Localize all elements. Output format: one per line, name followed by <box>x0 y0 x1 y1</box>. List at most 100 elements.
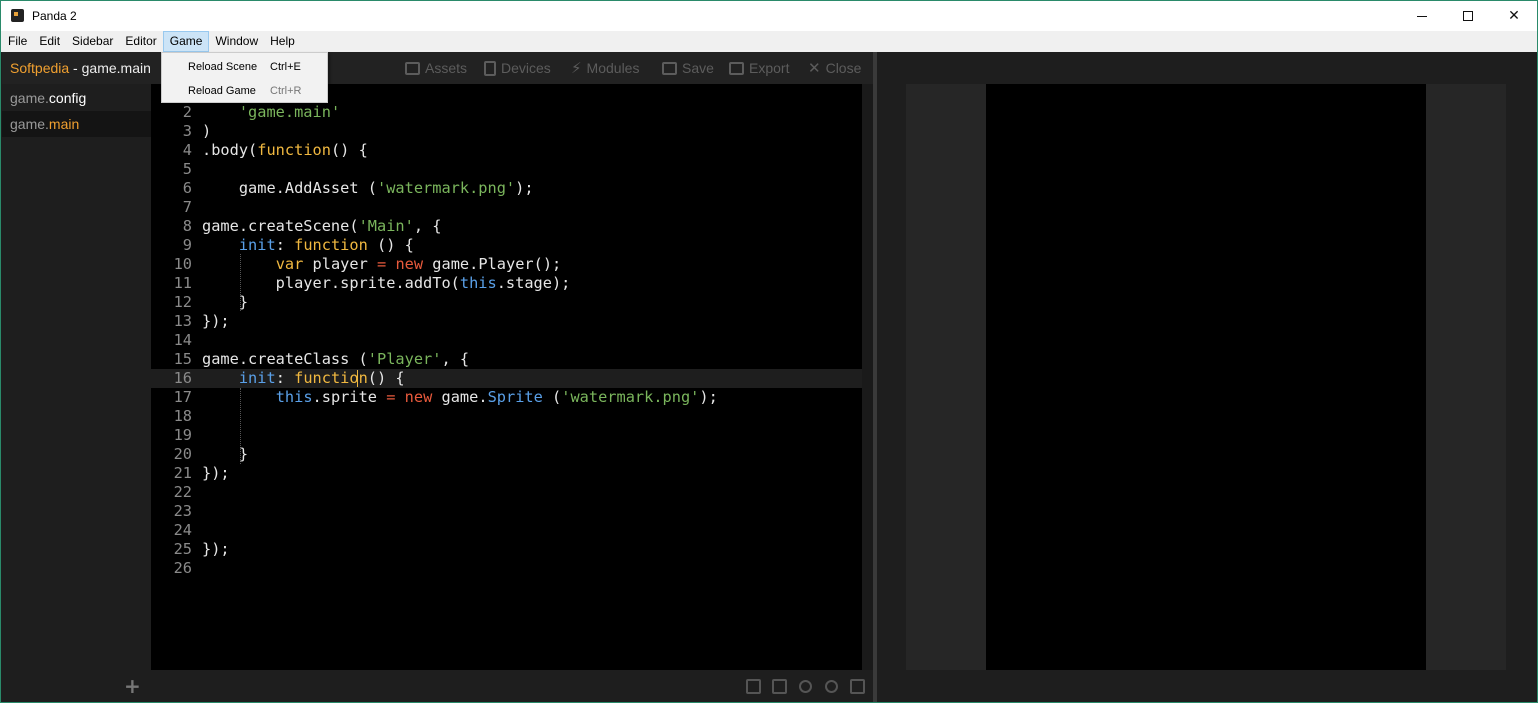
line-number: 26 <box>173 559 192 577</box>
button-label: Save <box>682 60 714 76</box>
menu-file[interactable]: File <box>1 31 33 52</box>
line-number: 18 <box>173 407 192 425</box>
menu-editor[interactable]: Editor <box>119 31 162 52</box>
save-icon <box>662 61 677 75</box>
image-icon[interactable] <box>772 679 787 694</box>
close-icon: ✕ <box>1508 8 1520 24</box>
menu-item-reload-game[interactable]: Reload Game Ctrl+R <box>162 79 327 101</box>
zoom-out-icon[interactable] <box>799 680 812 693</box>
line-number: 7 <box>182 198 192 216</box>
save-button[interactable]: Save <box>662 52 714 84</box>
code-line: 24 <box>151 521 862 540</box>
editor-scrollbar[interactable] <box>862 84 873 670</box>
line-number: 23 <box>173 502 192 520</box>
code-line: 12 } <box>151 293 862 312</box>
window-title: Panda 2 <box>32 9 77 23</box>
code-text: game.createScene('Main', { <box>202 217 442 235</box>
line-number: 15 <box>173 350 192 368</box>
code-text: this.sprite = new game.Sprite ('watermar… <box>275 388 718 406</box>
line-number: 24 <box>173 521 192 539</box>
modules-button[interactable]: ⚡ Modules <box>571 52 639 84</box>
code-text: } <box>202 293 249 311</box>
code-line-current: 16 init: function() { <box>151 369 862 388</box>
file-item-game-main[interactable]: game.main <box>2 111 151 137</box>
code-text: }); <box>202 540 230 558</box>
plus-icon: + <box>124 674 141 698</box>
line-number: 5 <box>182 160 192 178</box>
code-line: 18 <box>151 407 862 426</box>
button-label: Export <box>749 60 790 76</box>
preview-area <box>906 84 1506 670</box>
close-window-button[interactable]: ✕ <box>1491 1 1537 31</box>
code-line: 20 } <box>151 445 862 464</box>
code-line: 22 <box>151 483 862 502</box>
line-number: 16 <box>173 369 192 387</box>
code-line: 11 player.sprite.addTo(this.stage); <box>151 274 862 293</box>
menu-item-shortcut: Ctrl+R <box>270 85 302 97</box>
panda-app-icon <box>11 9 24 22</box>
minimize-button[interactable] <box>1399 1 1445 31</box>
code-text: init: function() { <box>238 369 405 387</box>
line-number: 13 <box>173 312 192 330</box>
toggle-sidebar-icon[interactable] <box>746 679 761 694</box>
menu-item-reload-scene[interactable]: Reload Scene Ctrl+E <box>162 55 327 77</box>
game-canvas[interactable] <box>986 84 1426 670</box>
code-line: 8 game.createScene('Main', { <box>151 217 862 236</box>
app-window: Panda 2 ✕ File Edit Sidebar Editor Game … <box>0 0 1538 703</box>
minimize-icon <box>1417 15 1427 17</box>
line-number: 20 <box>173 445 192 463</box>
image-icon <box>405 61 420 75</box>
export-button[interactable]: Export <box>729 52 789 84</box>
line-number: 22 <box>173 483 192 501</box>
file-ext: config <box>48 90 87 106</box>
project-name: Softpedia <box>10 60 70 76</box>
zoom-in-icon[interactable] <box>825 680 838 693</box>
project-header: Softpedia - game.main <box>2 52 151 84</box>
device-icon <box>484 60 496 76</box>
button-label: Assets <box>425 60 468 76</box>
assets-button[interactable]: Assets <box>405 52 467 84</box>
file-item-game-config[interactable]: game.config <box>2 85 151 111</box>
code-line: 17 this.sprite = new game.Sprite ('water… <box>151 388 862 407</box>
file-ext: main <box>48 116 80 132</box>
file-sidebar: Softpedia - game.main game.config game.m… <box>2 52 151 702</box>
close-icon: ✕ <box>808 59 821 77</box>
header-separator: - <box>69 60 82 76</box>
line-number: 14 <box>173 331 192 349</box>
devices-button[interactable]: Devices <box>484 52 551 84</box>
line-number: 11 <box>173 274 192 292</box>
line-number: 25 <box>173 540 192 558</box>
menu-bar: File Edit Sidebar Editor Game Window Hel… <box>1 31 1537 52</box>
menu-window[interactable]: Window <box>209 31 264 52</box>
menu-sidebar[interactable]: Sidebar <box>66 31 119 52</box>
code-text: ) <box>202 122 212 140</box>
menu-edit[interactable]: Edit <box>33 31 66 52</box>
code-line: 15 game.createClass ('Player', { <box>151 350 862 369</box>
toggle-preview-icon[interactable] <box>850 679 865 694</box>
code-text: game.createClass ('Player', { <box>202 350 470 368</box>
file-base: game. <box>10 116 49 132</box>
code-text: var player = new game.Player(); <box>275 255 562 273</box>
close-file-button[interactable]: ✕ Close <box>808 52 861 84</box>
code-line: 10 var player = new game.Player(); <box>151 255 862 274</box>
menu-item-label: Reload Scene <box>188 61 258 73</box>
maximize-button[interactable] <box>1445 1 1491 31</box>
code-line: 7 <box>151 198 862 217</box>
menu-help[interactable]: Help <box>264 31 301 52</box>
code-line: 13}); <box>151 312 862 331</box>
code-text: }); <box>202 312 230 330</box>
code-line: 25}); <box>151 540 862 559</box>
menu-game[interactable]: Game <box>162 31 210 52</box>
line-number: 12 <box>173 293 192 311</box>
export-icon <box>729 61 744 75</box>
button-label: Devices <box>501 60 551 76</box>
code-editor[interactable]: 2 'game.main' 3) 4 .body(function() { 5 6… <box>151 84 862 670</box>
code-line: 26 <box>151 559 862 578</box>
add-file-button[interactable]: + <box>124 674 141 698</box>
code-line: 19 <box>151 426 862 445</box>
game-menu-dropdown: Reload Scene Ctrl+E Reload Game Ctrl+R <box>161 52 328 103</box>
code-line: 14 <box>151 331 862 350</box>
code-line: 2 'game.main' <box>151 103 862 122</box>
code-line: 21}); <box>151 464 862 483</box>
code-text: }); <box>202 464 230 482</box>
